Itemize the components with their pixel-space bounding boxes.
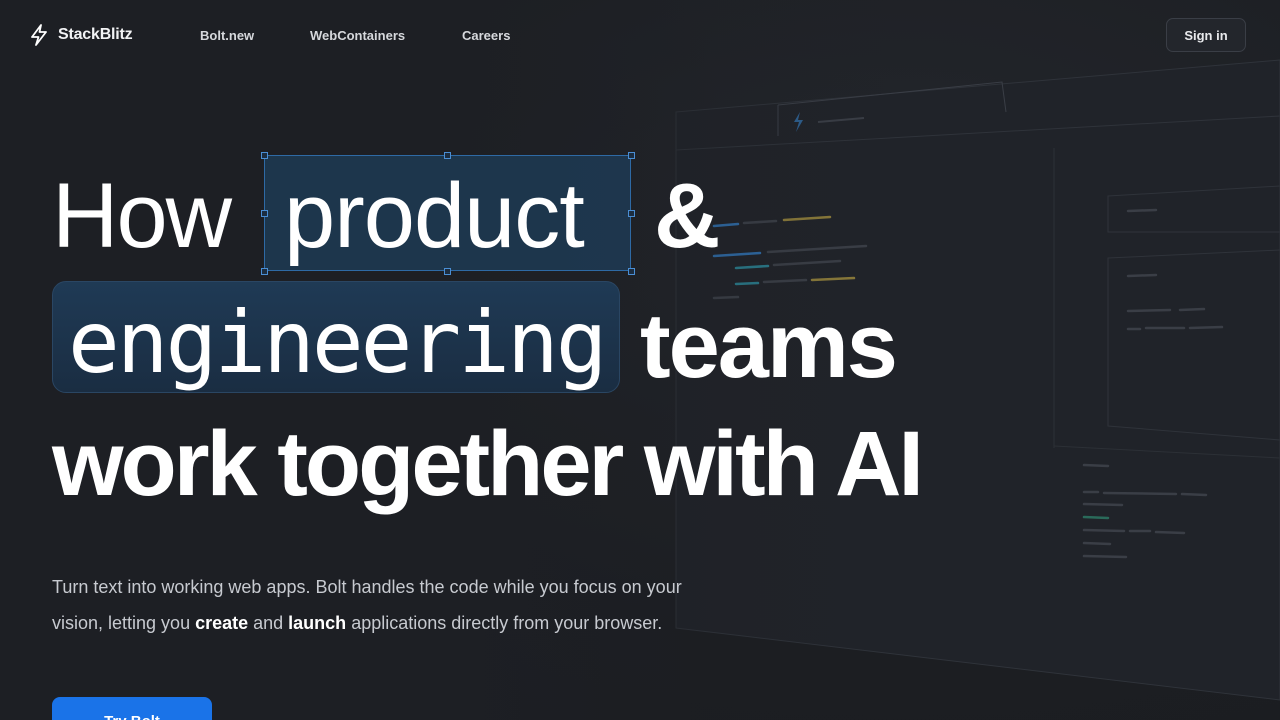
headline-ampersand: &	[654, 165, 720, 267]
description-bold-create: create	[195, 613, 249, 633]
headline-word-teams: teams	[640, 295, 898, 397]
selection-handle	[628, 268, 635, 275]
nav-link-webcontainers[interactable]: WebContainers	[310, 28, 405, 43]
headline-line-3: work together with AI	[52, 413, 924, 515]
description-text: and	[248, 613, 289, 633]
selection-handle	[261, 268, 268, 275]
selection-handle	[444, 152, 451, 159]
bolt-icon	[31, 24, 47, 46]
brand-logo[interactable]: StackBlitz	[30, 24, 133, 46]
nav-link-bolt-new[interactable]: Bolt.new	[200, 28, 254, 43]
selection-handle	[261, 152, 268, 159]
brand-name: StackBlitz	[58, 26, 133, 43]
description-text: applications directly from your browser.	[346, 613, 663, 633]
hero-description: Turn text into working web apps. Bolt ha…	[52, 569, 712, 641]
selection-handle	[444, 268, 451, 275]
sign-in-button[interactable]: Sign in	[1166, 18, 1246, 52]
headline-word-how: How	[52, 165, 232, 267]
headline-word-product: product	[284, 165, 585, 267]
selection-handle	[628, 210, 635, 217]
description-bold-launch: launch	[288, 613, 347, 633]
site-header: StackBlitz Bolt.new WebContainers Career…	[0, 0, 1280, 72]
nav-link-careers[interactable]: Careers	[462, 28, 510, 43]
selection-handle	[261, 210, 268, 217]
landing-page: StackBlitz Bolt.new WebContainers Career…	[0, 0, 1280, 720]
try-bolt-button[interactable]: Try Bolt	[52, 697, 212, 720]
selection-handle	[628, 152, 635, 159]
headline-word-engineering: engineering	[68, 293, 608, 393]
